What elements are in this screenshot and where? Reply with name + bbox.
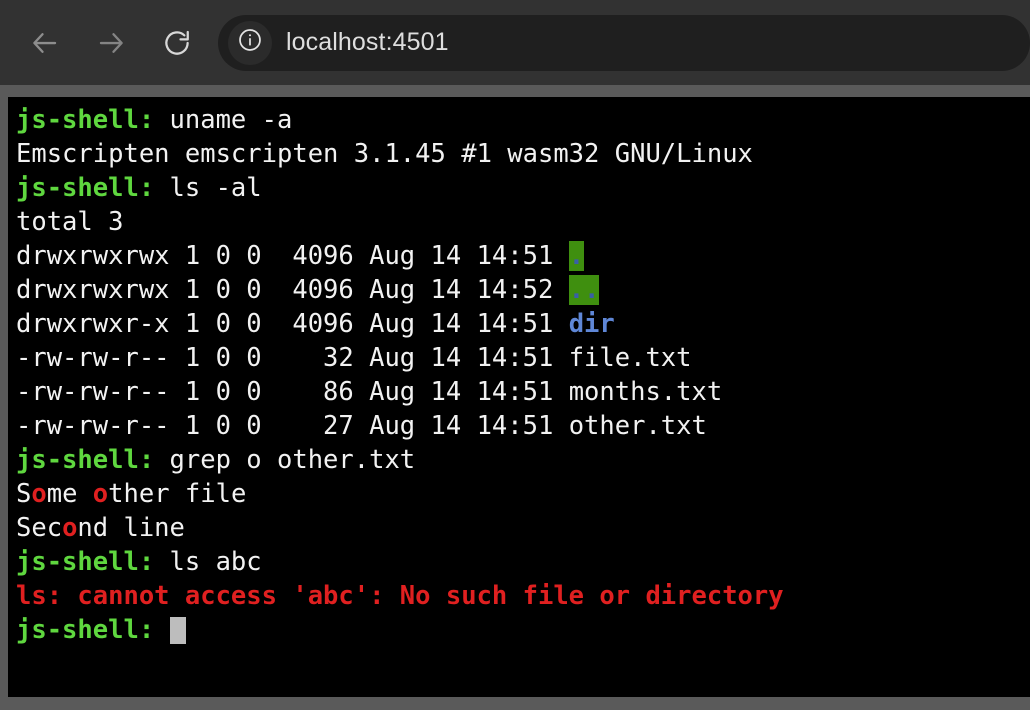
reload-icon — [162, 28, 192, 58]
listing-meta: -rw-rw-r-- 1 0 0 27 Aug 14 14:51 — [16, 411, 569, 441]
shell-command: grep o other.txt — [154, 445, 416, 475]
listing-meta: drwxrwxrwx 1 0 0 4096 Aug 14 14:52 — [16, 275, 569, 305]
grep-text: me — [46, 479, 93, 509]
listing-name: .. — [568, 275, 600, 305]
info-circle-icon — [237, 27, 263, 58]
arrow-left-icon — [30, 28, 60, 58]
terminal-prompt-line: js-shell: uname -a — [16, 103, 1030, 137]
shell-command: uname -a — [154, 105, 293, 135]
grep-text: Sec — [16, 513, 63, 543]
output-text: Emscripten emscripten 3.1.45 #1 wasm32 G… — [16, 139, 753, 169]
file-listing-row: drwxrwxrwx 1 0 0 4096 Aug 14 14:52 .. — [16, 273, 1030, 307]
output-text: total 3 — [16, 207, 124, 237]
address-bar[interactable]: localhost:4501 — [218, 14, 1030, 71]
file-listing-row: -rw-rw-r-- 1 0 0 27 Aug 14 14:51 other.t… — [16, 409, 1030, 443]
terminal-grep-line: Some other file — [16, 477, 1030, 511]
forward-button[interactable] — [88, 20, 134, 66]
grep-match: o — [31, 479, 47, 509]
shell-command — [154, 615, 169, 645]
listing-meta: -rw-rw-r-- 1 0 0 32 Aug 14 14:51 — [16, 343, 569, 373]
shell-prompt: js-shell: — [16, 173, 155, 203]
shell-prompt: js-shell: — [16, 615, 155, 645]
shell-prompt: js-shell: — [16, 105, 155, 135]
reload-button[interactable] — [154, 20, 200, 66]
grep-match: o — [62, 513, 78, 543]
shell-prompt: js-shell: — [16, 547, 155, 577]
terminal-error-line: ls: cannot access 'abc': No such file or… — [16, 579, 1030, 613]
file-listing-row: drwxrwxr-x 1 0 0 4096 Aug 14 14:51 dir — [16, 307, 1030, 341]
listing-name: . — [568, 241, 585, 271]
file-listing-row: drwxrwxrwx 1 0 0 4096 Aug 14 14:51 . — [16, 239, 1030, 273]
listing-meta: drwxrwxr-x 1 0 0 4096 Aug 14 14:51 — [16, 309, 569, 339]
arrow-right-icon — [96, 28, 126, 58]
file-listing-row: -rw-rw-r-- 1 0 0 32 Aug 14 14:51 file.tx… — [16, 341, 1030, 375]
terminal-prompt-line: js-shell: ls -al — [16, 171, 1030, 205]
grep-text: ther file — [108, 479, 247, 509]
grep-text: S — [16, 479, 32, 509]
error-text: ls: cannot access 'abc': No such file or… — [16, 581, 784, 611]
listing-name: other.txt — [568, 411, 707, 441]
grep-text: nd line — [77, 513, 185, 543]
terminal-output[interactable]: js-shell: uname -a Emscripten emscripten … — [8, 97, 1030, 697]
shell-command: ls -al — [154, 173, 262, 203]
terminal-prompt-line: js-shell: grep o other.txt — [16, 443, 1030, 477]
listing-name: months.txt — [568, 377, 723, 407]
site-info-button[interactable] — [228, 20, 272, 65]
browser-toolbar: localhost:4501 — [0, 0, 1030, 85]
listing-name: file.txt — [568, 343, 692, 373]
url-text: localhost:4501 — [286, 28, 449, 56]
terminal-grep-line: Second line — [16, 511, 1030, 545]
terminal-output-line: Emscripten emscripten 3.1.45 #1 wasm32 G… — [16, 137, 1030, 171]
shell-prompt: js-shell: — [16, 445, 155, 475]
block-cursor — [169, 617, 186, 644]
terminal-output-line: total 3 — [16, 205, 1030, 239]
shell-command: ls abc — [154, 547, 262, 577]
terminal-prompt-line: js-shell: — [16, 613, 1030, 647]
listing-meta: drwxrwxrwx 1 0 0 4096 Aug 14 14:51 — [16, 241, 569, 271]
back-button[interactable] — [22, 20, 68, 66]
grep-match: o — [92, 479, 109, 509]
listing-meta: -rw-rw-r-- 1 0 0 86 Aug 14 14:51 — [16, 377, 569, 407]
file-listing-row: -rw-rw-r-- 1 0 0 86 Aug 14 14:51 months.… — [16, 375, 1030, 409]
listing-name: dir — [568, 309, 615, 339]
terminal-prompt-line: js-shell: ls abc — [16, 545, 1030, 579]
page-viewport: js-shell: uname -a Emscripten emscripten … — [0, 85, 1030, 710]
